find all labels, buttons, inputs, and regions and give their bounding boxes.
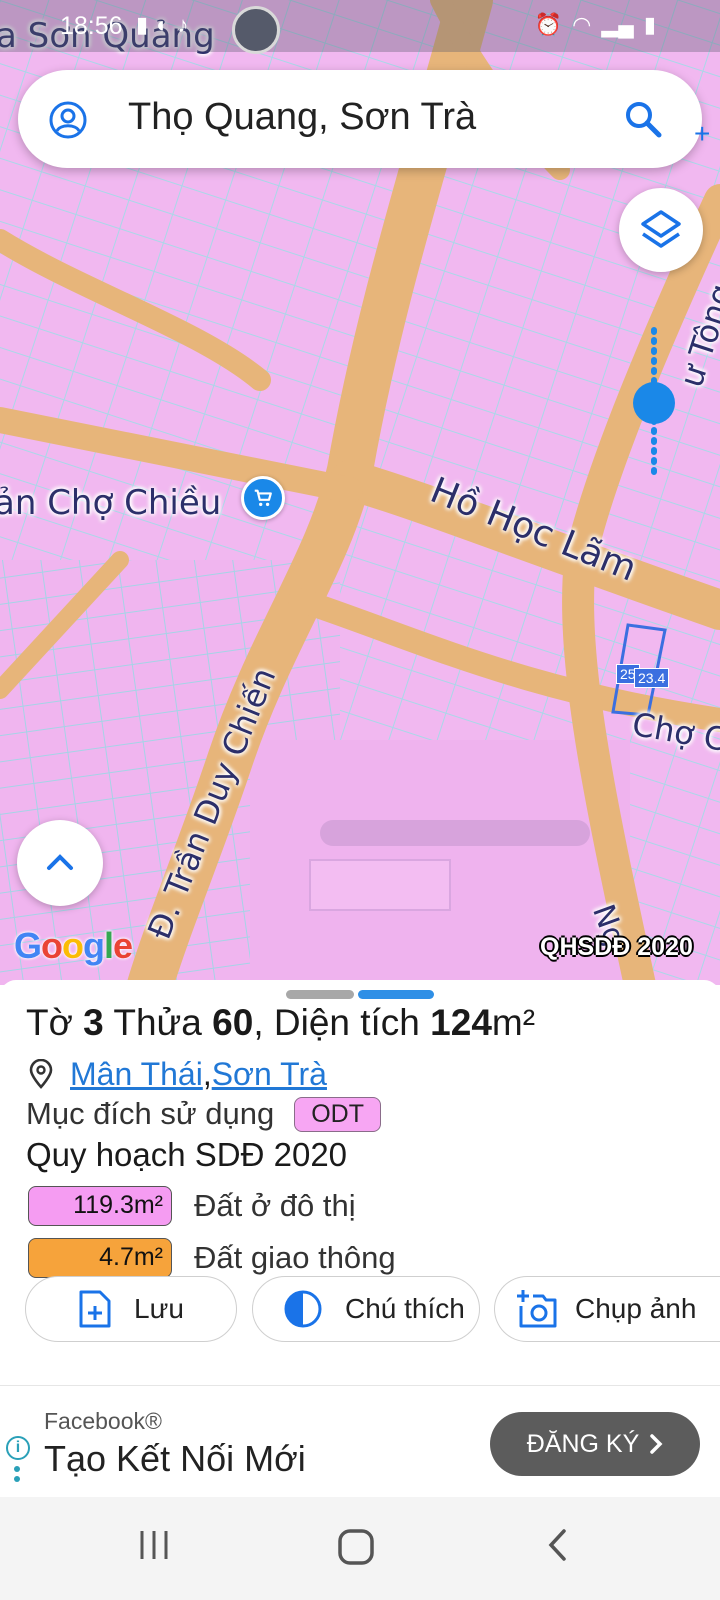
ad-brand: Facebook® [44, 1408, 162, 1434]
system-nav-bar [0, 1497, 720, 1600]
legend-button[interactable]: Chú thích [252, 1276, 480, 1342]
parcel-location: Mân Thái, Sơn Trà [28, 1054, 327, 1094]
wifi-icon: ◠ [572, 12, 592, 37]
chevron-up-icon [47, 854, 73, 870]
market-pin-icon[interactable] [241, 476, 285, 520]
google-logo: Google [14, 925, 133, 966]
search-bar[interactable]: Thọ Quang, Sơn Trà [18, 70, 702, 168]
recent-apps-button[interactable] [136, 1527, 172, 1563]
ad-title[interactable]: Tạo Kết Nối Mới [44, 1438, 306, 1480]
zone-area-chip: 119.3m² [28, 1186, 172, 1226]
layers-icon [641, 210, 681, 248]
purpose-code-badge: ODT [294, 1096, 381, 1132]
plus-icon: + [694, 118, 711, 149]
signal-icon: ▂▄ [601, 12, 634, 37]
sheet-page-indicator [358, 990, 434, 999]
plot-number: 60 [212, 1002, 254, 1043]
add-file-icon [79, 1290, 111, 1328]
battery-icon: ▮ [643, 12, 656, 37]
sheet-number: 3 [83, 1002, 104, 1043]
ward-link[interactable]: Mân Thái [70, 1056, 203, 1093]
gear-icon[interactable] [232, 6, 280, 54]
zone-label: Đất ở đô thị [194, 1188, 356, 1223]
parcel-info-sheet[interactable]: Tờ 3 Thửa 60, Diện tích 124m² Mân Thái, … [0, 980, 720, 1385]
parcel-area: 124 [430, 1002, 492, 1043]
sheet-drag-handle[interactable] [286, 990, 354, 999]
search-icon[interactable] [622, 98, 664, 140]
ad-menu-icon[interactable] [14, 1466, 20, 1486]
search-input[interactable]: Thọ Quang, Sơn Trà [128, 96, 476, 139]
district-link[interactable]: Sơn Trà [212, 1056, 327, 1093]
system-icons: ⏰ ◠ ▂▄ ▮ [535, 12, 656, 38]
plan-title: Quy hoạch SDĐ 2020 [26, 1136, 348, 1173]
parcel-edge-length: 23.4 [634, 668, 670, 688]
zone-area-chip: 4.7m² [28, 1238, 172, 1278]
add-photo-icon [517, 1290, 557, 1328]
chevron-right-icon [650, 1434, 663, 1454]
ad-banner[interactable]: i Facebook® Tạo Kết Nối Mới ĐĂNG KÝ [0, 1385, 720, 1497]
zone-row: 119.3m² Đất ở đô thị [28, 1186, 356, 1226]
contrast-icon [284, 1290, 322, 1328]
map-layer-badge: QHSDĐ 2020 [540, 933, 693, 961]
capture-button[interactable]: Chụp ảnh [494, 1276, 720, 1342]
zone-label: Đất giao thông [194, 1240, 396, 1275]
save-button[interactable]: Lưu [25, 1276, 237, 1342]
location-pin-icon [29, 1059, 53, 1089]
account-icon[interactable] [48, 100, 88, 140]
layers-button[interactable] [619, 188, 703, 272]
map-label-market[interactable]: ản Chợ Chiều [0, 483, 221, 523]
status-time: 18:56 [60, 12, 123, 40]
map-view[interactable]: a Sơn Quảng ản Chợ Chiều Hồ Học Lãm Đ. T… [0, 0, 720, 985]
alarm-icon: ⏰ [534, 12, 563, 37]
zone-row: 4.7m² Đất giao thông [28, 1238, 396, 1278]
status-bar: 18:56 ▮ ◐ ♪ ⏰ ◠ ▂▄ ▮ [0, 0, 720, 54]
parcel-title: Tờ 3 Thửa 60, Diện tích 124m² [26, 1002, 536, 1043]
ad-cta-button[interactable]: ĐĂNG KÝ [490, 1412, 700, 1476]
bag-icon: ▮ [136, 12, 149, 37]
notification-icons: ▮ ◐ ♪ [136, 12, 188, 38]
expand-up-button[interactable] [17, 820, 103, 906]
purpose-label: Mục đích sử dụng [26, 1096, 275, 1131]
land-purpose-row: Mục đích sử dụng ODT [26, 1096, 381, 1132]
ad-info-icon[interactable]: i [6, 1436, 30, 1460]
facebook-icon: ◐ [156, 12, 170, 37]
tiktok-icon: ♪ [177, 12, 189, 37]
home-button[interactable] [336, 1527, 376, 1567]
back-button[interactable] [546, 1527, 570, 1563]
